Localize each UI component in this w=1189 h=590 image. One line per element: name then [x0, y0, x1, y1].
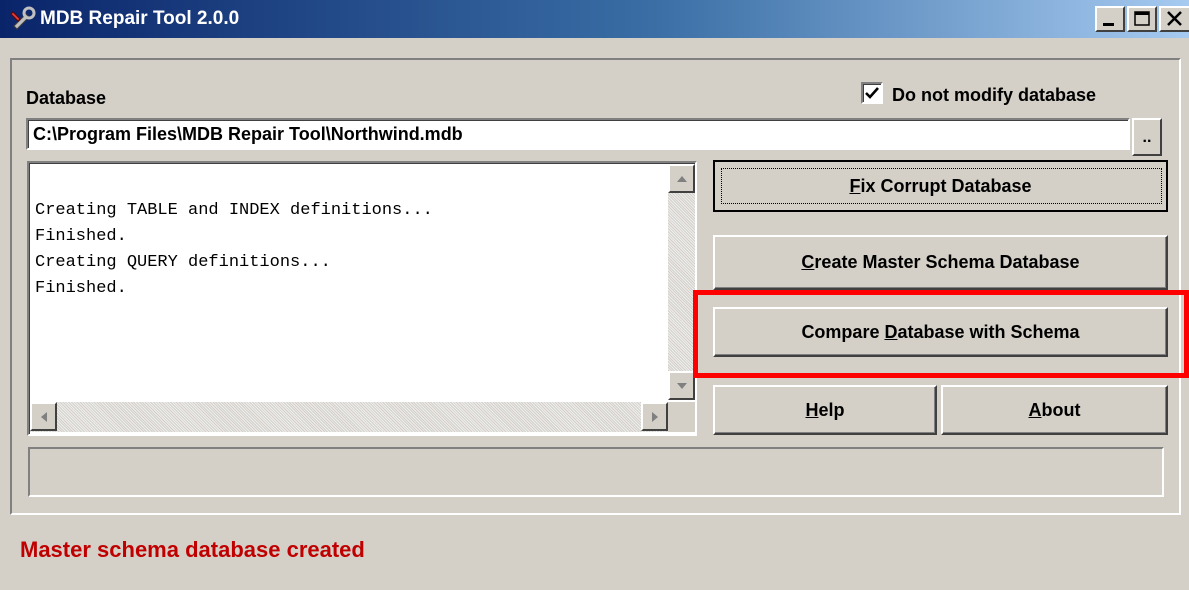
help-label: elp: [818, 399, 845, 420]
arrow-right-icon: [651, 411, 658, 422]
minimize-button[interactable]: [1095, 6, 1125, 32]
maximize-button[interactable]: [1127, 6, 1157, 32]
scroll-left-button[interactable]: [30, 402, 57, 431]
log-text: Creating TABLE and INDEX definitions... …: [35, 201, 433, 298]
help-mnemonic: H: [805, 399, 819, 420]
maximize-icon: [1134, 11, 1150, 26]
about-label: bout: [1041, 399, 1081, 420]
do-not-modify-label: Do not modify database: [892, 85, 1097, 105]
wrench-tool-icon: [10, 6, 38, 32]
arrow-down-icon: [676, 382, 687, 389]
close-icon: [1167, 11, 1182, 26]
progress-bar: [28, 447, 1164, 497]
scrollbar-corner: [668, 402, 695, 432]
minimize-icon: [1103, 23, 1114, 26]
status-message: Master schema database created: [20, 537, 365, 562]
about-mnemonic: A: [1028, 399, 1042, 420]
create-master-schema-button[interactable]: Create Master Schema Database: [713, 235, 1168, 290]
highlight-box: [693, 290, 1189, 378]
checkmark-icon: [865, 87, 879, 99]
arrow-left-icon: [40, 411, 47, 422]
vertical-scrollbar[interactable]: [668, 164, 695, 399]
horizontal-scrollbar[interactable]: [30, 402, 668, 432]
arrow-up-icon: [676, 175, 687, 182]
create-mnemonic: C: [801, 252, 815, 272]
create-label: reate Master Schema Database: [814, 252, 1080, 272]
help-button[interactable]: Help: [713, 385, 937, 435]
scroll-right-button[interactable]: [641, 402, 668, 431]
database-path-input[interactable]: C:\Program Files\MDB Repair Tool\Northwi…: [26, 118, 1130, 150]
focus-rectangle: [721, 168, 1162, 204]
scroll-down-button[interactable]: [668, 371, 695, 400]
do-not-modify-checkbox[interactable]: [861, 82, 883, 104]
database-label: Database: [26, 88, 107, 108]
browse-button[interactable]: ..: [1132, 118, 1162, 156]
close-button[interactable]: [1159, 6, 1189, 32]
about-button[interactable]: About: [941, 385, 1168, 435]
window-title: MDB Repair Tool 2.0.0: [40, 8, 240, 29]
scroll-up-button[interactable]: [668, 164, 695, 193]
